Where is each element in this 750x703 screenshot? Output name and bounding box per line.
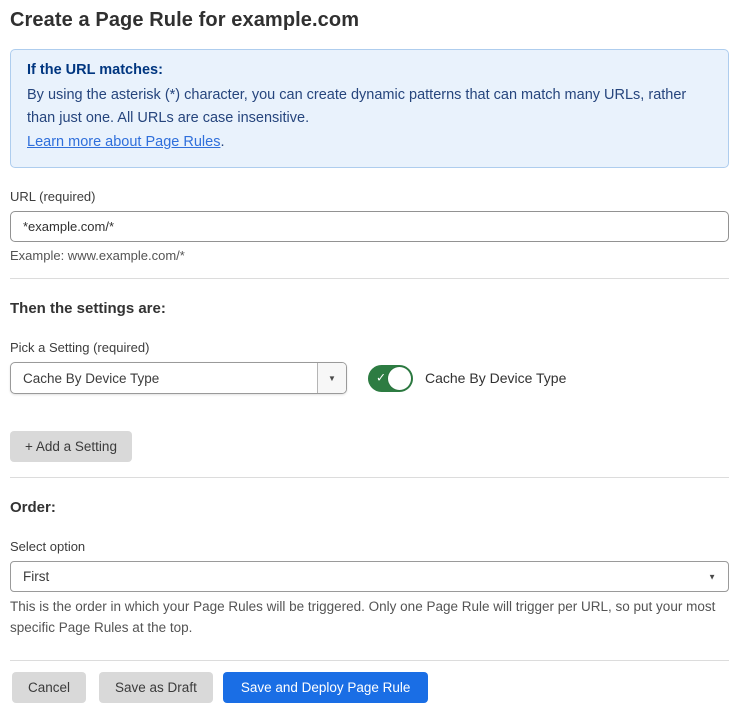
chevron-down-icon: ▼ [328,374,336,383]
setting-select-value: Cache By Device Type [11,363,317,393]
page-title: Create a Page Rule for example.com [10,9,729,32]
add-setting-button[interactable]: + Add a Setting [10,431,132,462]
settings-section-heading: Then the settings are: [10,300,729,317]
info-box-link-line: Learn more about Page Rules. [27,131,712,154]
order-section-heading: Order: [10,499,729,516]
toggle-wrap: ✓ Cache By Device Type [368,365,566,392]
cache-by-device-type-toggle[interactable]: ✓ [368,365,413,392]
footer-divider [10,660,729,661]
toggle-knob [388,367,411,390]
check-icon: ✓ [376,371,386,385]
learn-more-link[interactable]: Learn more about Page Rules [27,134,220,150]
url-field-label: URL (required) [10,189,729,204]
url-matches-info-box: If the URL matches: By using the asteris… [10,49,729,168]
order-helper-text: This is the order in which your Page Rul… [10,597,725,639]
url-field-helper: Example: www.example.com/* [10,248,729,263]
link-suffix: . [220,134,224,150]
pick-setting-label: Pick a Setting (required) [10,340,729,355]
url-input[interactable] [10,211,729,242]
info-box-body: By using the asterisk (*) character, you… [27,84,712,131]
order-select[interactable]: First ▼ [10,561,729,592]
info-box-heading: If the URL matches: [27,62,712,78]
section-divider [10,278,729,279]
setting-row: Cache By Device Type ▼ ✓ Cache By Device… [10,362,729,394]
order-select-label: Select option [10,539,729,554]
section-divider [10,477,729,478]
chevron-down-icon: ▼ [708,572,716,581]
toggle-label: Cache By Device Type [425,370,566,386]
setting-select[interactable]: Cache By Device Type ▼ [10,362,347,394]
setting-select-arrow-button[interactable]: ▼ [317,363,346,393]
order-select-value: First [23,569,49,584]
